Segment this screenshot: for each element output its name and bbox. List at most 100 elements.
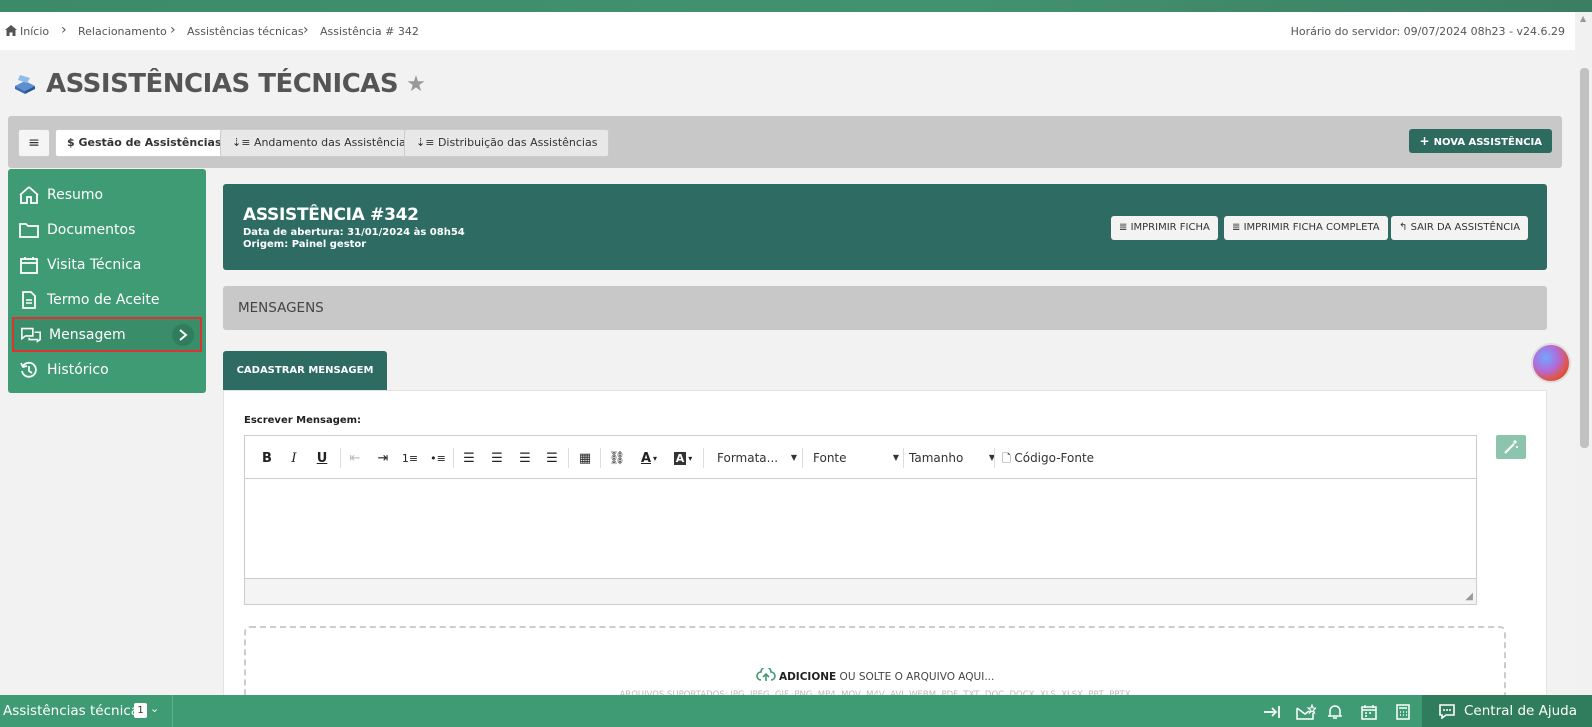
sidebar-item-label: Resumo [47,186,104,203]
magic-wand-button[interactable] [1496,435,1526,459]
divider [172,695,173,727]
exit-assistance-button[interactable]: ↰ SAIR DA ASSISTÊNCIA [1391,216,1529,240]
new-button-label: NOVA ASSISTÊNCIA [1433,137,1542,148]
toolbar-separator [903,448,904,468]
calendar-icon [18,254,40,276]
outdent-icon[interactable]: ⇤ [346,448,364,468]
tab-cadastrar-mensagem[interactable]: CADASTRAR MENSAGEM [223,351,387,390]
sidebar-item-documentos[interactable]: Documentos [8,212,206,247]
source-code-button[interactable]: 🗋 Código-Fonte [1002,448,1102,468]
background-color-icon[interactable]: A ▾ [670,448,696,468]
size-dropdown[interactable]: Tamanho ▼ [909,448,995,468]
help-center-button[interactable]: Central de Ajuda [1422,695,1592,727]
print-full-sheet-button[interactable]: ≣ IMPRIMIR FICHA COMPLETA [1224,216,1388,240]
sidebar: Resumo Documentos Visita Técnica Termo d… [8,169,206,393]
mail-star-icon[interactable] [1296,702,1316,722]
new-assistance-button[interactable]: + NOVA ASSISTÊNCIA [1409,129,1552,153]
align-justify-icon[interactable]: ☰ [543,448,561,468]
text-color-icon[interactable]: A ▾ [636,448,662,468]
toolbar-separator [340,448,341,468]
sidebar-item-label: Termo de Aceite [47,291,160,308]
breadcrumb-home[interactable]: Início [5,25,49,38]
breadcrumb-item[interactable]: Assistências técnicas [187,25,304,38]
print-sheet-button[interactable]: ≣ IMPRIMIR FICHA [1111,216,1218,240]
chat-bubble-icon [1439,704,1455,719]
dropzone-add: ADICIONE [778,671,837,683]
scrollbar-thumb[interactable] [1580,68,1589,448]
server-time: Horário do servidor: 09/07/2024 08h23 - … [1290,25,1565,38]
list-icon: ≣ [1232,222,1244,233]
favorite-star-icon[interactable]: ★ [406,72,426,97]
editor-footer: ◢ [245,578,1476,604]
numbered-list-icon[interactable]: 1≡ [401,448,419,468]
underline-icon[interactable]: U [314,448,330,468]
source-code-icon: 🗋 [1002,452,1015,465]
toolbar-separator [568,448,569,468]
reply-icon: ↰ [1399,222,1411,233]
calculator-icon[interactable] [1393,702,1413,722]
sidebar-item-label: Histórico [47,361,109,378]
bold-icon[interactable]: B [259,448,275,468]
top-accent-bar [0,0,1592,12]
tab-distribuicao[interactable]: ⇣≡ Distribuição das Assistências [404,129,610,157]
align-left-icon[interactable]: ☰ [460,448,478,468]
breadcrumb-current: Assistência # 342 [320,25,419,38]
italic-icon[interactable]: I [286,448,302,468]
indent-icon[interactable]: ⇥ [374,448,392,468]
collapse-right-icon[interactable] [1262,702,1282,722]
chat-icon [20,324,42,346]
format-dropdown[interactable]: Formata... ▼ [717,448,797,468]
tabs-bar: ≡ $ Gestão de Assistências ⇣≡ Andamento … [8,116,1562,168]
tab-label: Andamento das Assistências [253,136,412,149]
list-icon: ≣ [1119,222,1131,233]
dropzone-text: ADICIONE OU SOLTE O ARQUIVO AQUI... [246,666,1504,683]
resize-handle-icon[interactable]: ◢ [1465,591,1473,602]
sidebar-item-mensagem[interactable]: Mensagem [12,317,202,352]
open-window-label[interactable]: Assistências técnicas [3,703,146,719]
caret-down-icon: ▼ [892,453,899,462]
sidebar-item-termo-aceite[interactable]: Termo de Aceite [8,282,206,317]
magic-wand-icon [1504,440,1518,454]
sidebar-item-historico[interactable]: Histórico [8,352,206,387]
button-label: IMPRIMIR FICHA [1130,222,1210,233]
page-header: ASSISTÊNCIAS TÉCNICAS ★ [12,66,426,102]
sidebar-item-label: Mensagem [49,326,126,343]
vertical-scrollbar[interactable]: ▲ [1577,12,1592,695]
dropdown-label: Formata... [717,451,779,465]
cloud-upload-icon [755,666,776,681]
bullet-list-icon[interactable]: •≡ [429,448,447,468]
history-icon [18,359,40,381]
sidebar-item-resumo[interactable]: Resumo [8,177,206,212]
calendar-icon[interactable] [1359,702,1379,722]
toolbar-separator [600,448,601,468]
button-label: Código-Fonte [1014,451,1095,465]
button-label: SAIR DA ASSISTÊNCIA [1410,222,1521,233]
document-icon [18,289,40,311]
breadcrumb: Início › Relacionamento › Assistências t… [0,12,1575,50]
toolbar-separator [703,448,704,468]
tab-andamento[interactable]: ⇣≡ Andamento das Assistências [220,129,424,157]
toolbar-separator [994,448,995,468]
assistant-avatar[interactable] [1531,343,1571,383]
dropdown-label: Tamanho [909,451,964,465]
chevron-down-icon[interactable]: ⌄ [150,702,159,715]
bell-icon[interactable] [1325,702,1345,722]
scroll-up-icon[interactable]: ▲ [1580,14,1586,23]
breadcrumb-item[interactable]: Relacionamento [78,25,167,38]
bottom-bar: Assistências técnicas 1 ⌄ Central de Aju… [0,695,1592,727]
assistance-header: ASSISTÊNCIA #342 Data de abertura: 31/01… [223,184,1547,270]
link-icon[interactable]: ⛓ [607,448,627,468]
align-center-icon[interactable]: ☰ [488,448,506,468]
folder-icon [18,219,40,241]
hamburger-menu-button[interactable]: ≡ [18,129,50,157]
font-dropdown[interactable]: Fonte ▼ [813,448,899,468]
sort-icon: ⇣≡ [416,136,438,149]
dropzone-instruction: OU SOLTE O ARQUIVO AQUI... [836,671,995,683]
align-right-icon[interactable]: ☰ [516,448,534,468]
home-icon [5,25,17,36]
sidebar-item-visita-tecnica[interactable]: Visita Técnica [8,247,206,282]
home-icon [18,184,40,206]
write-message-label: Escrever Mensagem: [244,415,362,426]
tab-gestao[interactable]: $ Gestão de Assistências [55,129,234,157]
table-icon[interactable]: ▦ [575,448,595,468]
